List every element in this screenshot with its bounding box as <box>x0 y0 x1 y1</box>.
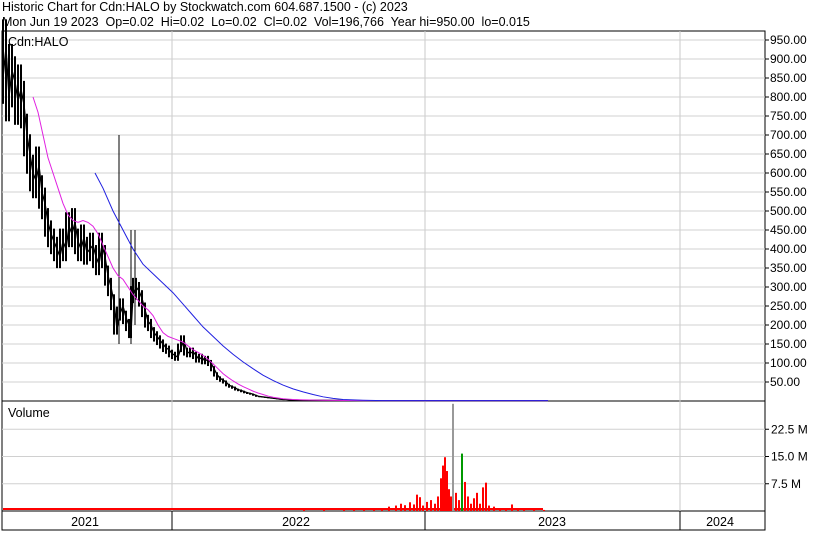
volume-bar <box>434 503 436 511</box>
y-tick-label: 500.00 <box>770 204 807 218</box>
x-axis-label: 2022 <box>282 515 310 529</box>
y-tick-label: 950.00 <box>770 33 807 47</box>
volume-bar <box>446 471 448 511</box>
y-tick-label: 850.00 <box>770 71 807 85</box>
volume-y-tick-label: 22.5 M <box>771 422 808 436</box>
volume-bar <box>476 492 478 511</box>
y-tick-label: 300.00 <box>770 280 807 294</box>
volume-bar <box>437 496 439 511</box>
x-axis-frame <box>1 510 766 531</box>
volume-bar <box>409 502 411 511</box>
volume-bar <box>400 503 402 511</box>
y-tick-label: 350.00 <box>770 261 807 275</box>
volume-panel-title: Volume <box>8 406 50 420</box>
volume-bar <box>461 453 463 511</box>
y-tick-label: 650.00 <box>770 147 807 161</box>
price-panel-frame <box>1 30 766 402</box>
y-tick-label: 750.00 <box>770 109 807 123</box>
y-tick-label: 150.00 <box>770 337 807 351</box>
y-tick-label: 600.00 <box>770 166 807 180</box>
volume-bar <box>511 504 513 511</box>
volume-bar <box>473 498 475 511</box>
volume-bar <box>543 509 545 511</box>
volume-bar <box>395 505 397 511</box>
volume-bar <box>505 508 507 511</box>
y-tick-label: 450.00 <box>770 223 807 237</box>
volume-bar <box>343 509 345 511</box>
volume-bar <box>450 496 452 511</box>
stock-chart: 50.00 100.00 150.00 200.00 250.00 300.00 350.0… <box>1 19 808 531</box>
volume-bar <box>388 506 390 511</box>
y-tick-label: 400.00 <box>770 242 807 256</box>
volume-bar <box>479 503 481 511</box>
volume-bar <box>416 494 418 511</box>
volume-bar <box>467 496 469 511</box>
volume-bar <box>353 508 355 511</box>
volume-bar <box>422 505 424 511</box>
y-tick-label: 800.00 <box>770 90 807 104</box>
volume-bar <box>488 505 490 511</box>
price-panel-title: Cdn:HALO <box>8 35 69 49</box>
volume-bar <box>464 481 466 511</box>
y-tick-label: 700.00 <box>770 128 807 142</box>
x-axis-label: 2023 <box>538 515 566 529</box>
volume-bar <box>413 504 415 511</box>
volume-bar <box>430 500 432 511</box>
volume-bar <box>419 497 421 511</box>
y-tick-label: 900.00 <box>770 52 807 66</box>
volume-bar <box>523 509 525 511</box>
volume-bar <box>458 500 460 511</box>
volume-bar <box>482 487 484 511</box>
volume-bar <box>404 505 406 511</box>
y-tick-label: 550.00 <box>770 185 807 199</box>
volume-bar <box>363 508 365 511</box>
volume-bar <box>442 465 444 511</box>
volume-y-tick-label: 7.5 M <box>771 477 801 491</box>
volume-bar <box>323 509 325 511</box>
volume-bar <box>493 506 495 511</box>
y-tick-label: 50.00 <box>770 375 800 389</box>
volume-bar <box>533 509 535 511</box>
volume-y-tick-label: 15.0 M <box>771 450 808 464</box>
volume-bar <box>470 503 472 511</box>
volume-bar <box>452 403 454 511</box>
volume-bar <box>499 508 501 511</box>
volume-bar <box>303 509 305 511</box>
volume-bar <box>485 482 487 511</box>
volume-bar <box>448 489 450 511</box>
volume-bar <box>455 492 457 511</box>
y-tick-label: 250.00 <box>770 299 807 313</box>
volume-bar <box>517 508 519 511</box>
x-axis-label: 2021 <box>71 515 99 529</box>
y-tick-label: 200.00 <box>770 318 807 332</box>
volume-bar <box>381 508 383 511</box>
volume-bar <box>444 457 446 511</box>
x-axis-label: 2024 <box>706 515 734 529</box>
volume-bar <box>440 478 442 511</box>
price-line <box>2 47 548 402</box>
y-tick-label: 100.00 <box>770 356 807 370</box>
volume-bar <box>373 508 375 511</box>
volume-bar <box>426 501 428 511</box>
